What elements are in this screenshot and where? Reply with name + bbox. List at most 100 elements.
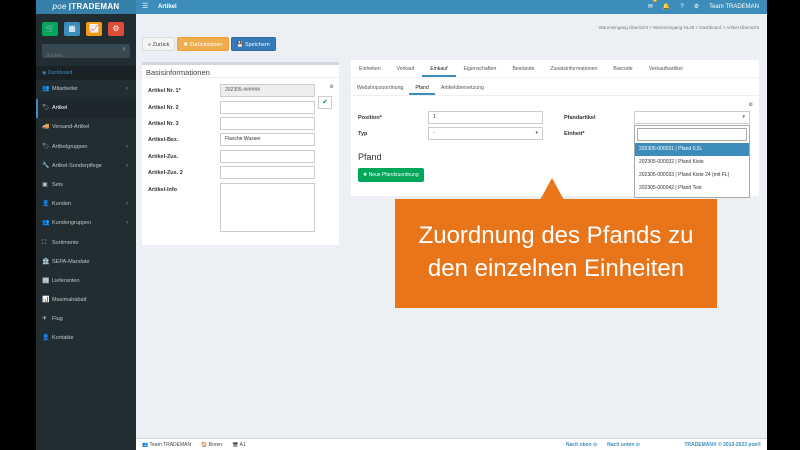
- tag-icon: 🏷: [42, 105, 50, 112]
- group-icon: 👥: [42, 220, 50, 227]
- basis-field-label: Artikel Nr. 3: [148, 121, 179, 127]
- chevron-left-icon: ‹: [126, 143, 128, 150]
- sidebar-item[interactable]: 🏷 Artikelgruppen ‹: [36, 138, 136, 157]
- dropdown-option[interactable]: 202305-000031 | Pfand 0,5L: [635, 143, 749, 156]
- dropdown-option[interactable]: 202305-000032 | Pfand Kiste: [635, 156, 749, 169]
- basis-field-input[interactable]: [220, 117, 315, 130]
- sidebar-item[interactable]: ▣ Sets: [36, 176, 136, 195]
- pfand-heading: Pfand: [358, 152, 382, 162]
- cubes-icon: ▣: [42, 181, 48, 188]
- basis-field-input[interactable]: [220, 183, 315, 232]
- basis-panel: Basisinformationen ⚙ Artikel Nr. 1* 20230…: [142, 62, 339, 245]
- copyright: TRADEMAN® © 2010-2023 poe®: [684, 442, 761, 448]
- sidebar-item-label: Maximalrabatt: [52, 297, 87, 304]
- subtab[interactable]: Pfand: [409, 80, 435, 95]
- menu-toggle-icon[interactable]: ☰: [142, 0, 148, 14]
- pfandartikel-select[interactable]: ▾: [634, 111, 750, 124]
- callout-box: Zuordnung des Pfands zu den einzelnen Ei…: [395, 199, 717, 308]
- dropdown-option[interactable]: 202305-000042 | Pfand Test: [635, 182, 749, 195]
- cog-icon[interactable]: ⚙: [749, 102, 753, 108]
- add-pfand-button[interactable]: ✚ Neue Pfandzuordnung: [358, 168, 424, 182]
- sidebar-item[interactable]: 📊 Maximalrabatt: [36, 291, 136, 310]
- footer-nav: Nach oben ⊙ Nach unten ⊙: [566, 442, 640, 448]
- footer: 👥 Team TRADEMAN 🏠 Boren 🖥 A1 Nach oben ⊙…: [136, 438, 767, 450]
- sidebar-item[interactable]: 🚚 Versand-Artikel: [36, 118, 136, 137]
- basis-field-label: Artikel Nr. 1*: [148, 88, 181, 94]
- sub-tabs: Webshopzuordnung Pfand Artikelübersetzung: [351, 80, 759, 96]
- tab[interactable]: Bestände: [504, 60, 542, 77]
- tags-icon: 🏷: [42, 143, 50, 150]
- scroll-up-link[interactable]: Nach oben ⊙: [566, 442, 597, 448]
- dropdown-search-input[interactable]: [637, 128, 747, 141]
- tab[interactable]: Zusatzinformationen: [542, 60, 605, 77]
- sidebar-item[interactable]: 👤 Kontakte: [36, 329, 136, 348]
- scroll-down-link[interactable]: Nach unten ⊙: [607, 442, 640, 448]
- chevron-down-icon: ▾: [742, 114, 745, 120]
- sidebar-item-label: Mitarbeiter: [52, 86, 78, 92]
- sidebar-item[interactable]: ✈ Flug: [36, 310, 136, 329]
- mail-icon[interactable]: ✉3: [648, 0, 657, 14]
- mail-badge: 3: [652, 0, 657, 2]
- users-cog-icon[interactable]: ⚙: [108, 22, 124, 36]
- basis-field-input[interactable]: 202305-######: [220, 84, 315, 97]
- sidebar-search-input[interactable]: [42, 49, 130, 63]
- pfandartikel-label: Pfandartikel: [564, 115, 596, 121]
- sidebar-item[interactable]: 🏦 SEPA-Mandate: [36, 253, 136, 272]
- search-icon[interactable]: ⌕: [122, 46, 126, 54]
- chevron-left-icon: ‹: [126, 220, 128, 227]
- chart-line-icon[interactable]: 📈: [86, 22, 102, 36]
- sidebar-item[interactable]: 👤 Kunden ‹: [36, 195, 136, 214]
- quick-actions: 🛒 ▦ 📈 ⚙: [36, 14, 136, 36]
- tab[interactable]: Einkauf: [422, 60, 456, 77]
- sidebar-item[interactable]: ⛶ Sortimente: [36, 234, 136, 253]
- save-button[interactable]: 💾 Speichern: [230, 37, 276, 51]
- cart-icon[interactable]: 🛒: [42, 22, 58, 36]
- help-icon[interactable]: ?: [680, 0, 683, 14]
- callout-line2: den einzelnen Einheiten: [427, 255, 685, 282]
- sidebar-item[interactable]: 🏷 Artikel: [36, 99, 136, 119]
- position-input[interactable]: 1: [428, 111, 543, 124]
- logo[interactable]: poe |TRADEMAN: [36, 0, 136, 14]
- nav-header[interactable]: ◉ Dashboard: [36, 66, 136, 80]
- contact-icon: 👤: [42, 335, 50, 342]
- check-icon[interactable]: ✔: [318, 96, 332, 109]
- basis-field-input[interactable]: Flasche Wasser: [220, 133, 315, 146]
- basis-field-input[interactable]: [220, 150, 315, 163]
- position-label: Position*: [358, 115, 382, 121]
- sidebar-item[interactable]: 🏢 Lieferanten: [36, 272, 136, 291]
- typ-select[interactable]: - ▾: [428, 127, 543, 140]
- sidebar-item-label: Artikelgruppen: [52, 143, 88, 150]
- grid-icon[interactable]: ▦: [64, 22, 80, 36]
- basis-field-input[interactable]: [220, 166, 315, 179]
- tab[interactable]: Verkauf: [389, 60, 423, 77]
- tab[interactable]: Einheiten: [351, 60, 389, 77]
- footer-branch: 🏠 Boren: [201, 442, 223, 448]
- reset-button[interactable]: ✖ Zurücksetzen: [177, 37, 229, 51]
- bell-icon[interactable]: 🔔: [663, 0, 670, 14]
- sidebar-item-label: Kontakte: [52, 335, 74, 342]
- basis-field-label: Artikel-Zus.: [148, 154, 179, 160]
- tab[interactable]: Eigenschaften: [456, 60, 505, 77]
- dropdown-option[interactable]: 202305-000033 | Pfand Kiste 24 (mit FL): [635, 169, 749, 182]
- settings-icon[interactable]: ⚙: [694, 0, 699, 14]
- sidebar-item[interactable]: 👥 Mitarbeiter ‹: [36, 80, 136, 99]
- topbar-icons: ✉3 🔔 ? ⚙ Team TRADEMAN: [648, 0, 759, 14]
- breadcrumb[interactable]: Wareneingang Übersicht > Wareneingang NL…: [599, 25, 759, 30]
- basis-field-input[interactable]: [220, 101, 315, 114]
- sidebar-item-label: Artikel-Sonderpflege: [52, 162, 102, 169]
- tab[interactable]: Barcode: [605, 60, 640, 77]
- back-button[interactable]: « Zurück: [142, 37, 176, 51]
- cog-icon[interactable]: ⚙: [330, 84, 334, 90]
- footer-terminal: 🖥 A1: [232, 442, 246, 448]
- subtab[interactable]: Webshopzuordnung: [351, 80, 409, 95]
- sitemap-icon: ⛶: [42, 239, 47, 246]
- basis-field-label: Artikel Nr. 2: [148, 105, 179, 111]
- page-title: Artikel: [158, 4, 177, 10]
- sidebar-item[interactable]: 👥 Kundengruppen ‹: [36, 214, 136, 233]
- sidebar-item[interactable]: 🔧 Artikel-Sonderpflege ‹: [36, 157, 136, 176]
- basis-field-label: Artikel-Bez.: [148, 137, 179, 143]
- user-menu[interactable]: Team TRADEMAN: [709, 0, 759, 14]
- sidebar-item-label: SEPA-Mandate: [52, 258, 90, 265]
- subtab[interactable]: Artikelübersetzung: [435, 80, 490, 95]
- tab[interactable]: Verkaufsartikel: [641, 60, 691, 77]
